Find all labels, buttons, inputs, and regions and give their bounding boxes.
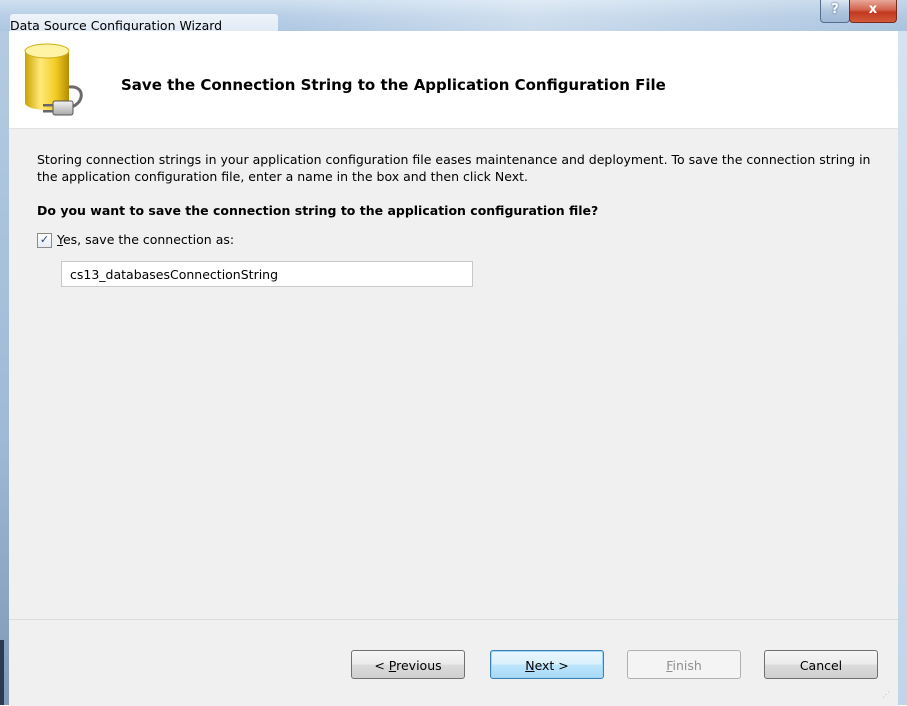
- next-button[interactable]: Next >: [490, 650, 604, 679]
- wizard-header: Save the Connection String to the Applic…: [9, 31, 898, 129]
- close-button[interactable]: x: [849, 0, 897, 23]
- close-icon: x: [868, 2, 878, 17]
- page-title: Save the Connection String to the Applic…: [121, 76, 666, 94]
- resize-grip-icon[interactable]: ⋰: [882, 690, 892, 700]
- cancel-button[interactable]: Cancel: [764, 650, 878, 679]
- checkmark-icon: ✓: [39, 233, 50, 246]
- dialog-client-area: Save the Connection String to the Applic…: [9, 31, 898, 706]
- wizard-body: Storing connection strings in your appli…: [9, 129, 898, 649]
- database-connection-icon: [24, 43, 83, 116]
- help-icon: ?: [831, 2, 839, 17]
- wizard-footer: < Previous Next > Finish Cancel ⋰: [9, 619, 898, 706]
- connection-name-input[interactable]: [61, 261, 473, 287]
- window-frame-shadow: [0, 640, 4, 705]
- save-connection-label[interactable]: Yes, save the connection as:: [57, 232, 234, 247]
- previous-button[interactable]: < Previous: [351, 650, 465, 679]
- window-frame-left: [0, 31, 9, 705]
- window-frame-right: [898, 31, 907, 705]
- question-label: Do you want to save the connection strin…: [37, 203, 599, 218]
- save-connection-checkbox[interactable]: ✓: [37, 233, 52, 248]
- description-text: Storing connection strings in your appli…: [37, 152, 871, 184]
- help-button[interactable]: ?: [820, 0, 850, 23]
- wizard-window: Data Source Configuration Wizard ? x Sav…: [0, 0, 907, 706]
- finish-button[interactable]: Finish: [627, 650, 741, 679]
